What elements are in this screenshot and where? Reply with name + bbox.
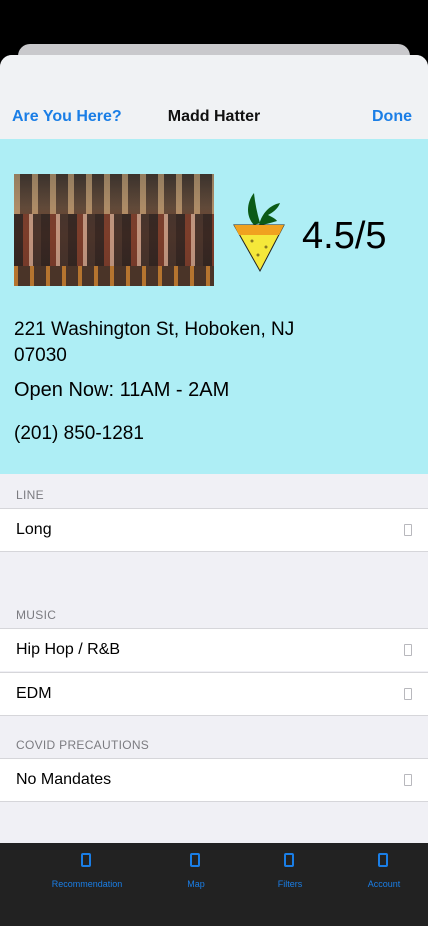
tab-label: Recommendation [51,879,123,889]
venue-hours: Open Now: 11AM - 2AM [14,379,230,401]
page-title: Madd Hatter [167,108,261,125]
navigation-bar: Are You Here? Madd Hatter Done [0,55,428,139]
account-icon [378,853,388,867]
carrot-rating-icon [233,193,285,273]
tab-bar: Recommendation Map Filters Account [0,843,428,926]
tab-label: Filters [277,879,303,889]
section-header-line: LINE [16,488,44,502]
photo-lights [14,174,214,214]
list-item-line[interactable]: Long [0,508,428,552]
recommendation-icon [81,853,91,867]
done-button[interactable]: Done [372,108,412,126]
list-item-label: Long [16,521,52,538]
chevron-right-icon [404,774,412,786]
list-item-music[interactable]: Hip Hop / R&B [0,628,428,671]
venue-address: 221 Washington St, Hoboken, NJ 07030 [14,319,295,366]
rating-value: 4.5/5 [302,215,387,257]
list-item-label: Hip Hop / R&B [16,641,121,658]
tab-label: Account [367,879,401,889]
chevron-right-icon [404,688,412,700]
map-icon [190,853,200,867]
tab-filters[interactable]: Filters [240,843,340,903]
venue-info-panel: 4.5/5 221 Washington St, Hoboken, NJ 070… [0,139,428,474]
chevron-right-icon [404,644,412,656]
photo-chairs [14,266,214,286]
section-header-music: MUSIC [16,608,57,622]
venue-photo [14,174,214,286]
section-header-covid: COVID PRECAUTIONS [16,738,150,752]
chevron-right-icon [404,524,412,536]
tab-recommendation[interactable]: Recommendation [37,843,137,903]
list-item-label: No Mandates [16,771,112,788]
list-item-music[interactable]: EDM [0,672,428,716]
venue-phone[interactable]: (201) 850-1281 [14,423,144,445]
filters-icon [284,853,294,867]
venue-detail-sheet: Are You Here? Madd Hatter Done 4.5/5 221… [0,55,428,843]
list-item-covid[interactable]: No Mandates [0,758,428,802]
tab-label: Map [187,879,205,889]
tab-map[interactable]: Map [146,843,246,903]
tab-account[interactable]: Account [334,843,428,903]
list-item-label: EDM [16,685,52,702]
